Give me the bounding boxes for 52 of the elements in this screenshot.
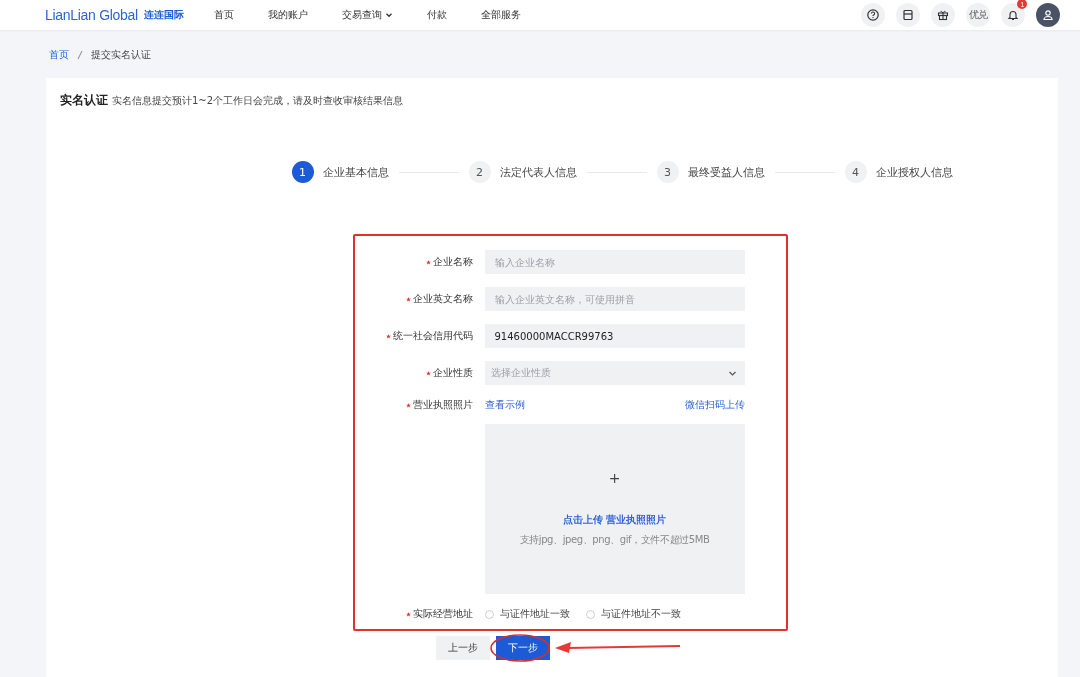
- logo-chinese-text: 连连国际: [143, 8, 184, 22]
- radio-button[interactable]: [484, 609, 494, 619]
- radio-label: 与证件地址一致: [499, 607, 570, 621]
- breadcrumb-link[interactable]: 首页: [49, 48, 69, 62]
- breadcrumb-current: 提交实名认证: [91, 48, 151, 62]
- nav-link[interactable]: 我的账户: [267, 8, 308, 22]
- input-field[interactable]: 输入企业名称: [484, 250, 745, 274]
- radio-label: 与证件地址不一致: [600, 607, 681, 621]
- page-subtitle: 实名信息提交预计1~2个工作日会完成，请及时查收审核结果信息: [112, 94, 404, 108]
- field-label: 企业名称: [432, 255, 473, 269]
- calendar-icon: [902, 9, 914, 21]
- field-label: 营业执照照片: [412, 398, 473, 412]
- gift-icon: [937, 9, 949, 21]
- bell-icon: [1007, 9, 1019, 21]
- nav-link[interactable]: 全部服务: [480, 8, 521, 22]
- step-label: 企业授权人信息: [875, 164, 953, 180]
- next-button[interactable]: 下一步: [496, 636, 550, 660]
- step-label: 最终受益人信息: [687, 164, 765, 180]
- page-title: 实名认证: [60, 92, 108, 109]
- field-label: 企业英文名称: [412, 292, 473, 306]
- step-number: 2: [468, 161, 491, 183]
- plus-sign: +: [608, 470, 621, 486]
- view-example-link[interactable]: 查看示例: [484, 398, 525, 412]
- radio-button[interactable]: [585, 609, 595, 619]
- help-icon: [867, 9, 879, 21]
- exchange-button[interactable]: 优兑: [966, 3, 990, 27]
- field-label: 企业性质: [432, 366, 473, 380]
- input-field[interactable]: 输入企业英文名称，可使用拼音: [484, 287, 745, 311]
- step-number: 4: [844, 161, 867, 183]
- wechat-upload-link[interactable]: 微信扫码上传: [684, 398, 745, 412]
- calendar-button[interactable]: [896, 3, 920, 27]
- nav-link[interactable]: 首页: [213, 8, 234, 22]
- breadcrumb-separator-icon: [77, 50, 83, 60]
- input-field[interactable]: 91460000MACCR99763: [484, 324, 745, 348]
- back-button[interactable]: 上一步: [436, 636, 490, 660]
- nav-link[interactable]: 付款: [426, 8, 447, 22]
- logo-text: LianLian Global: [45, 7, 138, 23]
- step-label: 法定代表人信息: [499, 164, 577, 180]
- help-button[interactable]: [861, 3, 885, 27]
- step-label: 企业基本信息: [322, 164, 389, 180]
- field-label: 实际经营地址: [412, 607, 473, 621]
- user-icon: [1042, 9, 1054, 21]
- nav-dropdown[interactable]: 交易查询: [341, 8, 393, 22]
- upload-hint: 支持jpg、jpeg、png、gif，文件不超过5MB: [519, 533, 710, 547]
- gift-button[interactable]: [931, 3, 955, 27]
- step-number: 3: [656, 161, 679, 183]
- upload-link[interactable]: 点击上传 营业执照照片: [562, 514, 667, 527]
- step-number: 1: [291, 161, 314, 183]
- upload-area[interactable]: + 点击上传 营业执照照片 支持jpg、jpeg、png、gif，文件不超过5MB: [484, 424, 745, 594]
- annotation-circle: [489, 633, 551, 663]
- field-label: 统一社会信用代码: [392, 329, 473, 343]
- avatar-button[interactable]: [1036, 3, 1060, 27]
